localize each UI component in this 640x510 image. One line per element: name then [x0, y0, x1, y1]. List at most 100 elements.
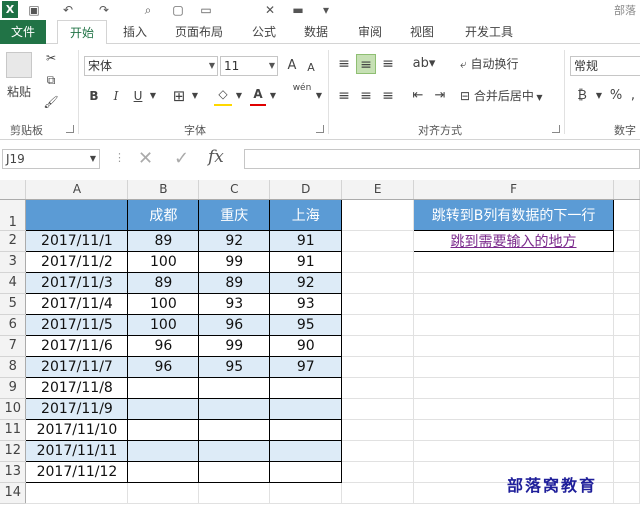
align-left-icon[interactable]: ≡	[334, 86, 354, 106]
cell[interactable]	[613, 356, 640, 378]
value-cell[interactable]: 100	[127, 250, 200, 273]
tab-page-layout[interactable]: 页面布局	[166, 20, 232, 44]
cell[interactable]	[25, 482, 129, 504]
borders-icon[interactable]: ⊞	[170, 86, 188, 106]
undo-icon[interactable]: ↶	[60, 2, 76, 18]
value-cell[interactable]	[198, 397, 271, 420]
grow-font-button[interactable]: A	[284, 56, 300, 76]
value-cell[interactable]	[198, 460, 271, 483]
row-header[interactable]: 3	[0, 251, 27, 273]
value-cell[interactable]: 97	[269, 355, 343, 378]
value-cell[interactable]: 99	[198, 334, 271, 357]
select-all-corner[interactable]	[0, 180, 27, 200]
cell[interactable]	[341, 461, 415, 483]
date-cell[interactable]: 2017/11/9	[25, 397, 129, 420]
cancel-icon[interactable]: ✕	[138, 148, 153, 169]
cell[interactable]	[413, 356, 614, 378]
underline-button[interactable]: U	[130, 86, 146, 106]
customize-qat-icon[interactable]: ▾	[318, 2, 334, 18]
cell[interactable]	[613, 335, 640, 357]
bold-button[interactable]: B	[86, 86, 102, 106]
jump-hyperlink[interactable]: 跳到需要输入的地方	[413, 229, 614, 252]
copy-icon[interactable]: ⧉	[40, 70, 62, 90]
value-cell[interactable]: 90	[269, 334, 343, 357]
cell[interactable]	[613, 251, 640, 273]
row-header[interactable]: 6	[0, 314, 27, 336]
tab-home[interactable]: 开始	[57, 20, 107, 45]
value-cell[interactable]: 93	[198, 292, 271, 315]
row-header[interactable]: 10	[0, 398, 27, 420]
cut-icon[interactable]: ✂	[40, 48, 62, 68]
date-cell[interactable]: 2017/11/8	[25, 376, 129, 399]
chevron-down-icon[interactable]: ▼	[268, 86, 278, 106]
chevron-down-icon[interactable]: ▼	[594, 86, 604, 106]
date-cell[interactable]: 2017/11/11	[25, 439, 129, 462]
value-cell[interactable]: 89	[198, 271, 271, 294]
column-header[interactable]: E	[341, 180, 415, 200]
decrease-indent-icon[interactable]: ⇤	[408, 86, 428, 106]
cell[interactable]	[613, 398, 640, 420]
open-folder-icon[interactable]: ▭	[198, 2, 214, 18]
cell[interactable]	[613, 314, 640, 336]
date-cell[interactable]: 2017/11/3	[25, 271, 129, 294]
tab-review[interactable]: 审阅	[350, 20, 390, 44]
value-cell[interactable]	[198, 418, 271, 441]
cell[interactable]	[269, 482, 343, 504]
value-cell[interactable]	[269, 460, 343, 483]
value-cell[interactable]	[127, 439, 200, 462]
value-cell[interactable]	[127, 397, 200, 420]
paste-button[interactable]: 粘贴	[4, 82, 34, 102]
value-cell[interactable]: 89	[127, 271, 200, 294]
value-cell[interactable]	[127, 460, 200, 483]
date-cell[interactable]: 2017/11/1	[25, 229, 129, 252]
value-cell[interactable]: 91	[269, 229, 343, 252]
value-cell[interactable]: 92	[198, 229, 271, 252]
increase-indent-icon[interactable]: ⇥	[430, 86, 450, 106]
date-cell[interactable]: 2017/11/5	[25, 313, 129, 336]
tab-data[interactable]: 数据	[296, 20, 336, 44]
value-cell[interactable]: 100	[127, 313, 200, 336]
row-header[interactable]: 14	[0, 482, 27, 504]
value-cell[interactable]: 95	[269, 313, 343, 336]
cell[interactable]	[341, 251, 415, 273]
jump-title-cell[interactable]: 跳转到B列有数据的下一行	[413, 198, 614, 231]
cell[interactable]	[341, 335, 415, 357]
value-cell[interactable]	[269, 376, 343, 399]
close-icon[interactable]: ✕	[262, 2, 278, 18]
column-header[interactable]: D	[269, 180, 343, 200]
cell[interactable]	[341, 199, 415, 231]
align-right-icon[interactable]: ≡	[378, 86, 398, 106]
redo-icon[interactable]: ↷	[96, 2, 112, 18]
table-header-cell[interactable]	[25, 198, 129, 231]
tab-view[interactable]: 视图	[402, 20, 442, 44]
table-header-cell[interactable]: 成都	[127, 198, 200, 231]
value-cell[interactable]: 89	[127, 229, 200, 252]
chevron-down-icon[interactable]: ▼	[234, 86, 244, 106]
folder-icon[interactable]: ▬	[290, 2, 306, 18]
alignment-launcher-icon[interactable]	[552, 125, 560, 133]
font-color-icon[interactable]: A	[250, 84, 266, 104]
column-header[interactable]: C	[198, 180, 271, 200]
row-header[interactable]: 9	[0, 377, 27, 399]
cell[interactable]	[413, 440, 614, 462]
cell[interactable]	[127, 482, 200, 504]
chevron-down-icon[interactable]: ▼	[148, 86, 158, 106]
accounting-format-icon[interactable]: ₿	[572, 86, 592, 106]
font-launcher-icon[interactable]	[316, 125, 324, 133]
percent-button[interactable]: %	[608, 86, 624, 106]
date-cell[interactable]: 2017/11/7	[25, 355, 129, 378]
cell[interactable]	[613, 461, 640, 483]
wrap-text-button[interactable]: ⤶ 自动换行	[460, 54, 534, 74]
cell[interactable]	[613, 419, 640, 441]
value-cell[interactable]	[198, 376, 271, 399]
cell[interactable]	[413, 335, 614, 357]
value-cell[interactable]	[127, 418, 200, 441]
row-header[interactable]: 11	[0, 419, 27, 441]
row-header[interactable]: 1	[0, 199, 27, 231]
value-cell[interactable]: 91	[269, 250, 343, 273]
table-header-cell[interactable]: 重庆	[198, 198, 271, 231]
cell[interactable]	[341, 293, 415, 315]
value-cell[interactable]	[127, 376, 200, 399]
cell[interactable]	[413, 314, 614, 336]
cell[interactable]	[613, 482, 640, 504]
